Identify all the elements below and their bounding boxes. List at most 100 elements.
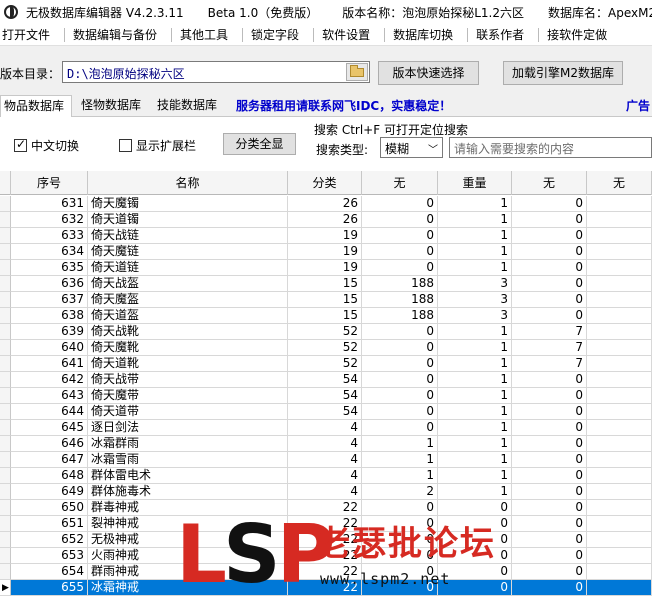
cell-none-1[interactable]: 188 [362,308,438,324]
cell-name[interactable]: 倚天魔靴 [88,340,288,356]
cell-none-1[interactable]: 0 [362,420,438,436]
menu-open-file[interactable]: 打开文件 [0,26,58,43]
cell-weight[interactable]: 1 [438,436,512,452]
load-m2-db-button[interactable]: 加载引擎M2数据库 [503,61,623,85]
table-row[interactable]: 639 倚天战靴 52 0 1 7 [0,324,652,340]
row-indicator[interactable]: ▶ [0,580,11,596]
cell-id[interactable]: 646 [11,436,88,452]
cell-none-3[interactable] [587,436,652,452]
cell-none-1[interactable]: 1 [362,452,438,468]
menu-contact[interactable]: 联系作者 [474,26,532,43]
checkbox-unchecked-icon[interactable] [119,139,132,152]
table-row[interactable]: 643 倚天魔带 54 0 1 0 [0,388,652,404]
cell-id[interactable]: 640 [11,340,88,356]
cell-name[interactable]: 倚天道靴 [88,356,288,372]
cell-id[interactable]: 650 [11,500,88,516]
browse-folder-button[interactable] [346,63,368,81]
cell-none-3[interactable] [587,212,652,228]
cell-none-2[interactable]: 0 [512,372,587,388]
row-indicator[interactable] [0,452,11,468]
cell-none-1[interactable]: 188 [362,292,438,308]
row-indicator[interactable] [0,548,11,564]
cell-weight[interactable]: 3 [438,308,512,324]
cell-none-1[interactable]: 0 [362,356,438,372]
column-header-name[interactable]: 名称 [88,171,288,195]
menu-settings[interactable]: 软件设置 [320,26,378,43]
cell-id[interactable]: 645 [11,420,88,436]
table-row[interactable]: 647 冰霜雪雨 4 1 1 0 [0,452,652,468]
cell-none-3[interactable] [587,532,652,548]
cell-id[interactable]: 655 [11,580,88,596]
cell-id[interactable]: 635 [11,260,88,276]
menu-edit-backup[interactable]: 数据编辑与备份 [71,26,165,43]
cell-none-1[interactable]: 0 [362,212,438,228]
menu-lock-fields[interactable]: 锁定字段 [249,26,307,43]
cell-category[interactable]: 54 [288,388,362,404]
table-row[interactable]: 637 倚天魔盔 15 188 3 0 [0,292,652,308]
cell-none-3[interactable] [587,516,652,532]
table-row[interactable]: 640 倚天魔靴 52 0 1 7 [0,340,652,356]
cell-none-1[interactable]: 1 [362,468,438,484]
cell-id[interactable]: 647 [11,452,88,468]
cell-name[interactable]: 倚天魔链 [88,244,288,260]
menu-custom[interactable]: 接软件定做 [545,26,615,43]
cell-id[interactable]: 653 [11,548,88,564]
cell-category[interactable]: 4 [288,420,362,436]
cell-none-3[interactable] [587,500,652,516]
cell-category[interactable]: 52 [288,340,362,356]
cell-id[interactable]: 631 [11,196,88,212]
row-indicator[interactable] [0,228,11,244]
row-indicator[interactable] [0,356,11,372]
cell-weight[interactable]: 1 [438,452,512,468]
cell-category[interactable]: 4 [288,484,362,500]
cell-category[interactable]: 54 [288,372,362,388]
cell-none-2[interactable]: 0 [512,420,587,436]
column-header-id[interactable]: 序号 [11,171,88,195]
cell-weight[interactable]: 1 [438,356,512,372]
row-indicator[interactable] [0,260,11,276]
tab-skills-db[interactable]: 技能数据库 [154,95,224,117]
cell-weight[interactable]: 1 [438,420,512,436]
cell-none-2[interactable]: 0 [512,308,587,324]
cell-name[interactable]: 倚天魔带 [88,388,288,404]
row-indicator[interactable] [0,500,11,516]
search-type-select[interactable]: 模糊 ﹀ [380,137,443,158]
cell-none-1[interactable]: 0 [362,260,438,276]
table-row[interactable]: 631 倚天魔镯 26 0 1 0 [0,196,652,212]
cell-none-2[interactable]: 0 [512,532,587,548]
cell-weight[interactable]: 1 [438,388,512,404]
cell-none-1[interactable]: 0 [362,228,438,244]
cell-category[interactable]: 54 [288,404,362,420]
cell-none-3[interactable] [587,324,652,340]
version-quick-select-button[interactable]: 版本快速选择 [378,61,479,85]
row-indicator[interactable] [0,468,11,484]
cell-none-2[interactable]: 0 [512,292,587,308]
table-row[interactable]: 645 逐日剑法 4 0 1 0 [0,420,652,436]
cell-none-3[interactable] [587,580,652,596]
row-indicator[interactable] [0,372,11,388]
cell-none-1[interactable]: 188 [362,276,438,292]
cell-none-2[interactable]: 0 [512,404,587,420]
cell-weight[interactable]: 1 [438,340,512,356]
cell-none-3[interactable] [587,372,652,388]
cell-category[interactable]: 52 [288,356,362,372]
cell-category[interactable]: 26 [288,196,362,212]
table-row[interactable]: 634 倚天魔链 19 0 1 0 [0,244,652,260]
cell-none-2[interactable]: 0 [512,548,587,564]
row-indicator[interactable] [0,532,11,548]
cell-id[interactable]: 643 [11,388,88,404]
tab-items-db[interactable]: 物品数据库 [0,95,72,118]
table-row[interactable]: 633 倚天战链 19 0 1 0 [0,228,652,244]
cell-name[interactable]: 冰霜群雨 [88,436,288,452]
column-header-none-1[interactable]: 无 [362,171,438,195]
cell-none-2[interactable]: 0 [512,260,587,276]
cell-category[interactable]: 15 [288,308,362,324]
cell-none-2[interactable]: 0 [512,196,587,212]
cell-weight[interactable]: 1 [438,468,512,484]
cell-none-3[interactable] [587,468,652,484]
tab-monsters-db[interactable]: 怪物数据库 [78,95,148,117]
row-indicator[interactable] [0,324,11,340]
cell-id[interactable]: 633 [11,228,88,244]
cell-none-1[interactable]: 2 [362,484,438,500]
search-input[interactable]: 请输入需要搜索的内容 [449,137,652,158]
